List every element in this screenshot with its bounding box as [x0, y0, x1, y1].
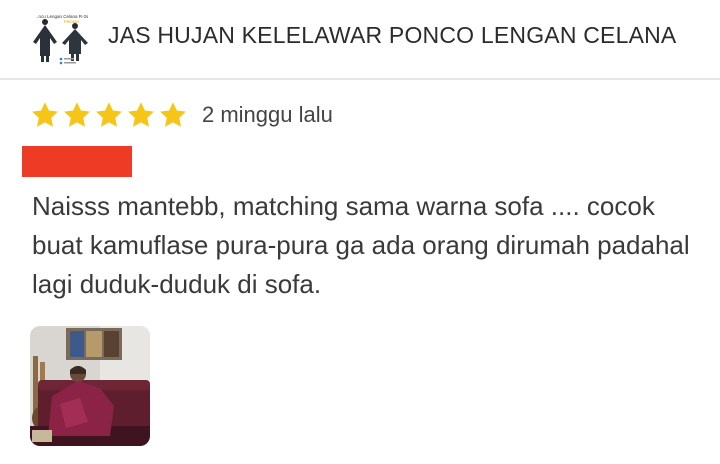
product-header[interactable]: ..ncu Lengan Celana R-2s PROMO JAS HUJAN… [0, 0, 720, 80]
star-icon [64, 102, 90, 127]
star-icon [128, 102, 154, 127]
star-icon [96, 102, 122, 127]
svg-text:..ncu Lengan Celana R-2s: ..ncu Lengan Celana R-2s [36, 14, 89, 19]
svg-text:PROMO: PROMO [64, 19, 79, 24]
review-photo[interactable] [30, 326, 150, 446]
review-text: Naisss mantebb, matching sama warna sofa… [32, 191, 690, 299]
rating-row: 2 minggu lalu [30, 98, 333, 132]
star-icon [160, 102, 186, 127]
product-thumbnail[interactable]: ..ncu Lengan Celana R-2s PROMO [28, 12, 94, 66]
product-title[interactable]: JAS HUJAN KELELAWAR PONCO LENGAN CELANA [108, 22, 676, 49]
review-date: 2 minggu lalu [202, 102, 333, 127]
star-icon [32, 102, 58, 127]
reviewer-name-redacted [22, 146, 132, 177]
